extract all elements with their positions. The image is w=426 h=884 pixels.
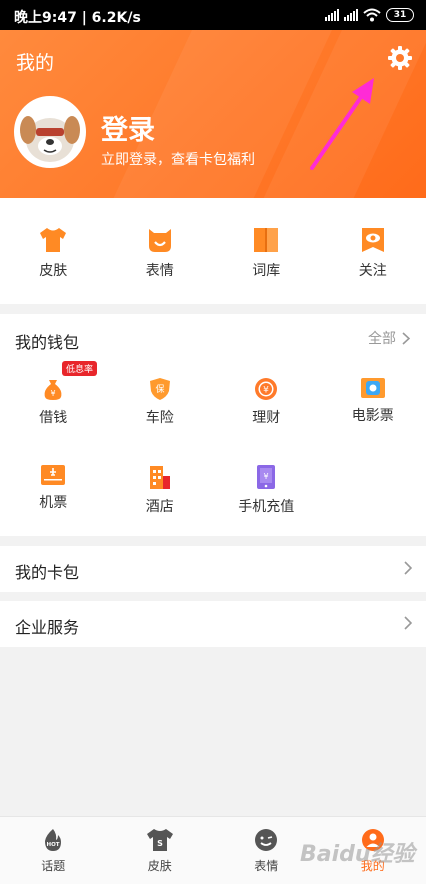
eye-icon bbox=[361, 228, 384, 252]
money-bag-icon: ¥ bbox=[44, 380, 62, 400]
wallet-title: 我的钱包 bbox=[15, 333, 80, 352]
dog-avatar-icon bbox=[18, 100, 82, 164]
tab-label: 话题 bbox=[41, 859, 66, 873]
wallet-item-label: 电影票 bbox=[351, 408, 394, 424]
movie-ticket-icon bbox=[360, 378, 385, 398]
signal-hd-icon bbox=[344, 9, 358, 21]
hot-topic-icon: HOT bbox=[45, 829, 62, 851]
quick-item-label: 表情 bbox=[145, 263, 174, 279]
wallet-item-phone-recharge[interactable]: ¥ 手机充值 bbox=[213, 464, 320, 516]
wallet-item-flight[interactable]: 机票 bbox=[0, 464, 107, 512]
plane-ticket-icon bbox=[41, 465, 66, 485]
wallet-item-car-insurance[interactable]: 保 车险 bbox=[107, 377, 214, 427]
wallet-item-label: 理财 bbox=[252, 410, 281, 426]
gear-icon[interactable] bbox=[386, 44, 414, 72]
quick-item-lexicon[interactable]: 词库 bbox=[213, 198, 320, 304]
svg-text:HOT: HOT bbox=[47, 842, 60, 848]
wallet-item-movie[interactable]: 电影票 bbox=[320, 377, 426, 425]
emoji-icon bbox=[255, 829, 278, 851]
yuan-coin-icon: ¥ bbox=[255, 378, 278, 400]
card-pack-label: 我的卡包 bbox=[15, 563, 80, 582]
login-subtitle[interactable]: 立即登录，查看卡包福利 bbox=[101, 149, 255, 169]
card-pack-row[interactable]: 我的卡包 bbox=[0, 546, 426, 592]
wallet-item-loan[interactable]: ¥ 借钱 bbox=[0, 377, 107, 427]
wallet-item-label: 酒店 bbox=[145, 499, 174, 515]
tshirt-icon: S bbox=[146, 829, 173, 851]
profile-header: 我的 登录 立即登录，查看卡包福利 bbox=[0, 30, 426, 198]
low-rate-badge: 低息率 bbox=[62, 361, 98, 376]
wifi-icon bbox=[363, 8, 381, 22]
svg-text:保: 保 bbox=[155, 383, 164, 395]
svg-text:¥: ¥ bbox=[51, 389, 56, 398]
wallet-item-hotel[interactable]: 酒店 bbox=[107, 464, 214, 516]
page-title: 我的 bbox=[16, 52, 55, 74]
chevron-right-icon bbox=[404, 616, 412, 630]
chevron-right-icon bbox=[402, 331, 410, 345]
shield-icon: 保 bbox=[149, 378, 170, 400]
watermark: Baidu经验 bbox=[300, 842, 415, 867]
wallet-item-label: 机票 bbox=[39, 495, 68, 511]
smile-icon bbox=[148, 229, 171, 252]
annotation-arrow-icon bbox=[310, 78, 374, 170]
quick-item-skin[interactable]: 皮肤 bbox=[0, 198, 107, 304]
book-icon bbox=[254, 228, 279, 252]
svg-text:S: S bbox=[157, 839, 163, 848]
wallet-all-link[interactable]: 全部 bbox=[368, 328, 410, 348]
battery-icon: 31 bbox=[386, 8, 414, 22]
wallet-item-finance[interactable]: ¥ 理财 bbox=[213, 377, 320, 427]
tab-label: 表情 bbox=[254, 859, 279, 873]
chevron-right-icon bbox=[404, 561, 412, 575]
svg-text:¥: ¥ bbox=[263, 386, 269, 396]
phone-recharge-icon: ¥ bbox=[257, 465, 276, 489]
tab-skins[interactable]: S 皮肤 bbox=[107, 817, 214, 884]
enterprise-service-label: 企业服务 bbox=[15, 618, 80, 637]
quick-actions: 皮肤 表情 词库 关注 bbox=[0, 198, 426, 304]
wallet-item-label: 车险 bbox=[145, 410, 174, 426]
quick-item-label: 词库 bbox=[252, 263, 281, 279]
tshirt-icon bbox=[40, 228, 67, 252]
wallet-all-label: 全部 bbox=[368, 331, 396, 347]
quick-item-label: 关注 bbox=[358, 263, 387, 279]
tab-label: 皮肤 bbox=[147, 859, 172, 873]
hotel-icon bbox=[149, 466, 170, 489]
tab-topics[interactable]: HOT 话题 bbox=[0, 817, 107, 884]
quick-item-follow[interactable]: 关注 bbox=[320, 198, 426, 304]
quick-item-label: 皮肤 bbox=[39, 263, 68, 279]
login-title[interactable]: 登录 bbox=[101, 108, 155, 147]
signal-icon bbox=[325, 9, 339, 21]
status-bar: 晚上9:47 | 6.2K/s 31 bbox=[0, 0, 426, 30]
wallet-item-label: 借钱 bbox=[39, 410, 68, 426]
avatar[interactable] bbox=[14, 96, 86, 168]
svg-text:¥: ¥ bbox=[264, 472, 269, 481]
enterprise-service-row[interactable]: 企业服务 bbox=[0, 601, 426, 647]
quick-item-emoji[interactable]: 表情 bbox=[107, 198, 214, 304]
wallet-item-label: 手机充值 bbox=[238, 499, 295, 515]
status-time: 晚上9:47 | 6.2K/s bbox=[14, 10, 141, 26]
status-icons: 31 bbox=[325, 8, 414, 22]
